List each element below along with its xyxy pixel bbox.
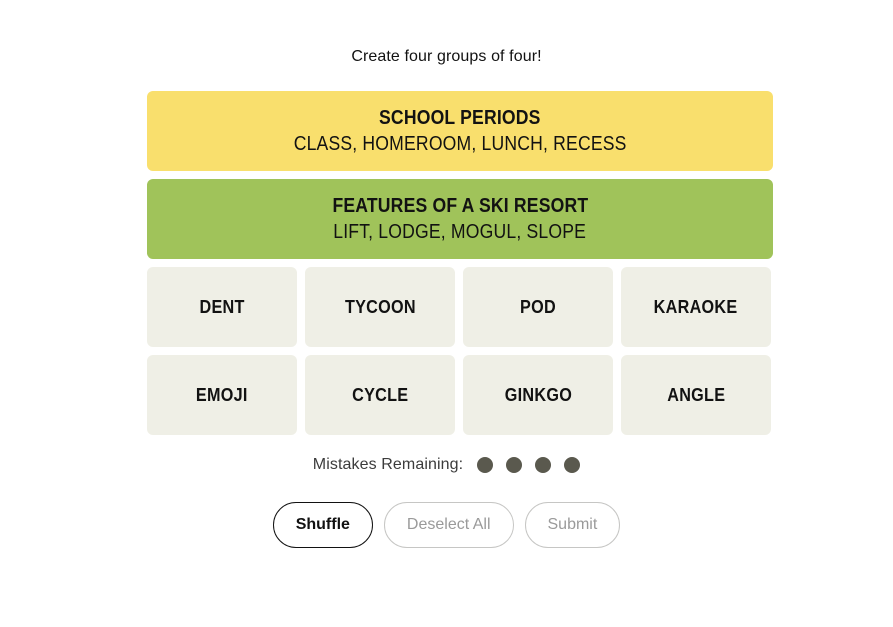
tile-karaoke[interactable]: KARAOKE (621, 267, 771, 347)
tile-label: TYCOON (344, 296, 416, 317)
instruction-text: Create four groups of four! (351, 48, 542, 65)
tile-label: CYCLE (351, 384, 409, 405)
mistake-dot (477, 457, 494, 473)
mistake-dot (564, 457, 581, 473)
tile-pod[interactable]: POD (463, 267, 613, 347)
tile-tycoon[interactable]: TYCOON (305, 267, 455, 347)
solved-group-category: SCHOOL PERIODS (379, 106, 541, 129)
tile-ginkgo[interactable]: GINKGO (463, 355, 613, 435)
tile-label: KARAOKE (654, 296, 738, 317)
mistakes-remaining: Mistakes Remaining: (0, 456, 893, 474)
solved-group-green: FEATURES OF A SKI RESORT LIFT, LODGE, MO… (147, 179, 773, 259)
deselect-all-button[interactable]: Deselect All (383, 502, 514, 548)
mistake-dot (506, 457, 523, 473)
shuffle-button[interactable]: Shuffle (272, 502, 373, 548)
solved-group-members: LIFT, LODGE, MOGUL, SLOPE (333, 221, 587, 243)
tile-cycle[interactable]: CYCLE (305, 355, 455, 435)
tile-emoji[interactable]: EMOJI (147, 355, 297, 435)
tile-dent[interactable]: DENT (147, 267, 297, 347)
tile-label: GINKGO (504, 384, 572, 405)
submit-button[interactable]: Submit (524, 502, 621, 548)
mistake-dot (535, 457, 552, 473)
puzzle-board: SCHOOL PERIODS CLASS, HOMEROOM, LUNCH, R… (147, 91, 773, 443)
mistakes-dots (477, 457, 581, 473)
tile-label: EMOJI (196, 384, 248, 405)
tile-label: ANGLE (666, 384, 726, 405)
tile-row: EMOJI CYCLE GINKGO ANGLE (147, 355, 773, 435)
action-buttons: Shuffle Deselect All Submit (0, 502, 893, 548)
tile-angle[interactable]: ANGLE (621, 355, 771, 435)
mistakes-label: Mistakes Remaining: (312, 456, 464, 473)
solved-group-members: CLASS, HOMEROOM, LUNCH, RECESS (293, 133, 627, 155)
solved-group-category: FEATURES OF A SKI RESORT (332, 194, 588, 217)
tile-label: DENT (199, 296, 245, 317)
tile-row: DENT TYCOON POD KARAOKE (147, 267, 773, 347)
connections-game: Create four groups of four! SCHOOL PERIO… (0, 0, 893, 627)
tile-label: POD (520, 296, 556, 317)
solved-group-yellow: SCHOOL PERIODS CLASS, HOMEROOM, LUNCH, R… (147, 91, 773, 171)
